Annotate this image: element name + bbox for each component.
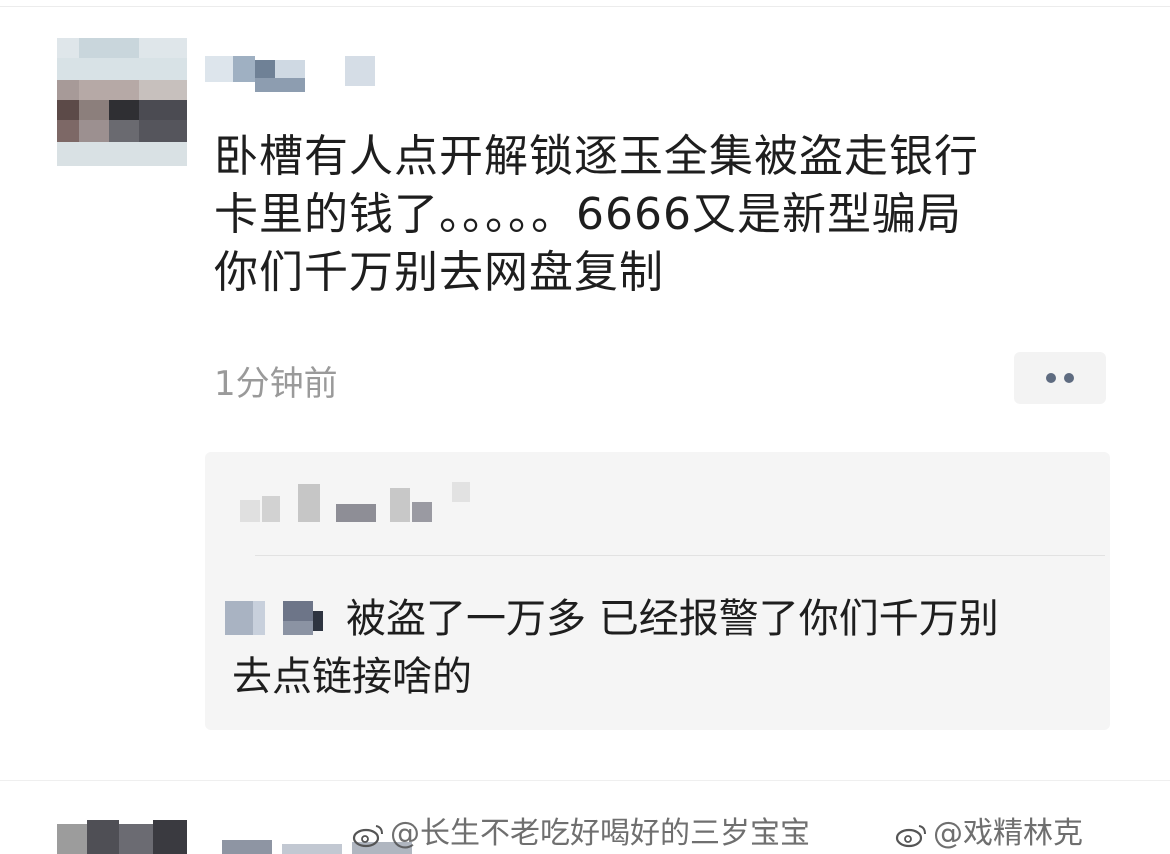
post-content: 卧槽有人点开解锁逐玉全集被盗走银行 卡里的钱了。。。。。6666又是新型骗局 你… — [214, 128, 1114, 302]
weibo-icon — [352, 824, 383, 847]
post-line: 卡里的钱了。。。。。6666又是新型骗局 — [214, 189, 962, 240]
user-name-redacted[interactable] — [205, 54, 380, 94]
moments-feed: 卧槽有人点开解锁逐玉全集被盗走银行 卡里的钱了。。。。。6666又是新型骗局 你… — [0, 0, 1170, 854]
post-line: 卧槽有人点开解锁逐玉全集被盗走银行 — [214, 131, 979, 182]
comment-line: 被盗了一万多 已经报警了你们千万别 — [346, 596, 999, 642]
post-divider — [0, 780, 1170, 781]
post-timestamp: 1分钟前 — [214, 364, 338, 404]
post-line: 你们千万别去网盘复制 — [214, 247, 664, 298]
weibo-icon — [895, 824, 926, 847]
comment-line: 去点链接啥的 — [232, 654, 472, 700]
watermark-left-text: @长生不老吃好喝好的三岁宝宝 — [390, 816, 810, 851]
comment-content: 被盗了一万多 已经报警了你们千万别 去点链接啥的 — [232, 590, 1092, 706]
watermark-right: @戏精林克 — [895, 808, 1083, 852]
more-options-button[interactable] — [1014, 352, 1106, 404]
comment-divider — [255, 555, 1105, 556]
top-divider — [0, 6, 1170, 7]
watermark-right-text: @戏精林克 — [933, 816, 1083, 851]
watermark-left: @长生不老吃好喝好的三岁宝宝 — [352, 808, 810, 852]
likes-redacted — [240, 478, 470, 526]
next-post-avatar[interactable] — [57, 820, 187, 854]
user-avatar[interactable] — [57, 38, 187, 166]
